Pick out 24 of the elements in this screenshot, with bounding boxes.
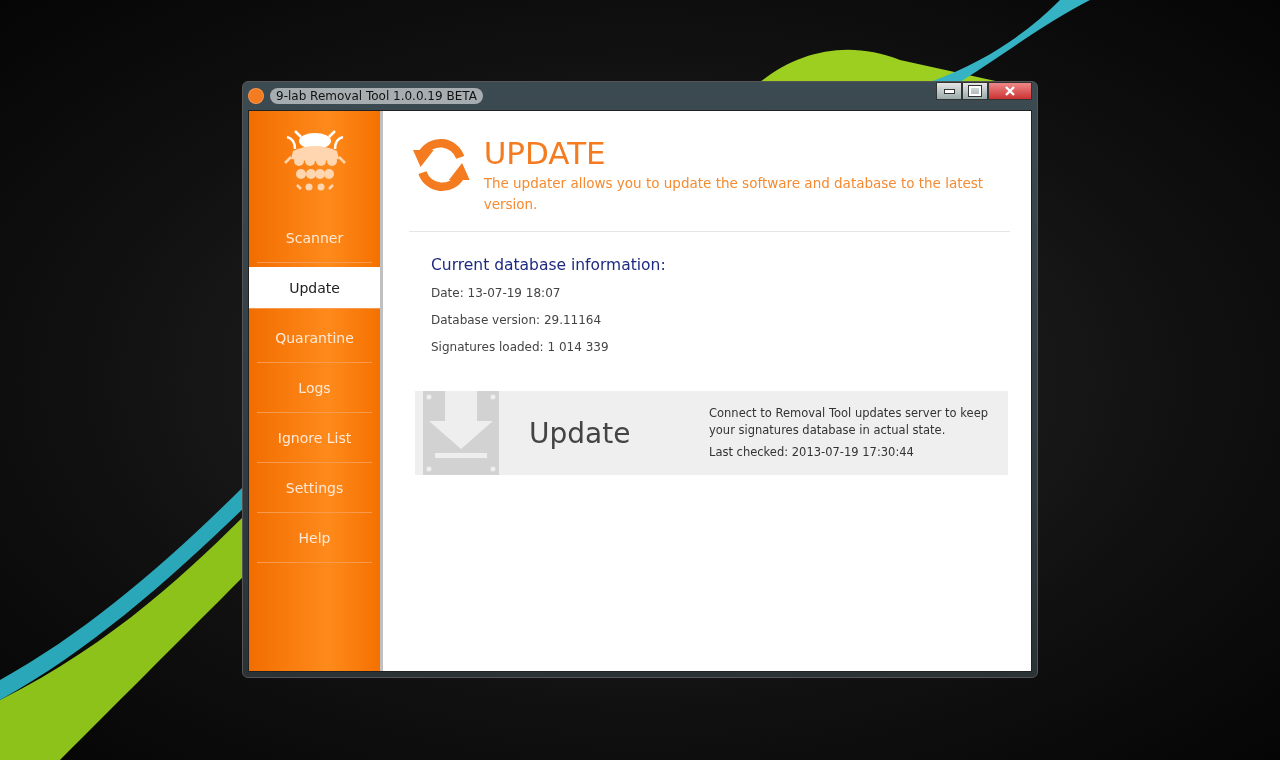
page-title: UPDATE [483, 134, 607, 173]
maximize-icon [969, 86, 981, 96]
info-line: Database version: 29.11164 [431, 312, 603, 329]
minimize-icon [943, 88, 955, 94]
sidebar-item[interactable]: Settings [257, 463, 372, 513]
sidebar-item[interactable]: Scanner [257, 213, 372, 263]
info-line: Date: 13-07-19 18:07 [431, 285, 562, 302]
sidebar-item[interactable]: Help [257, 513, 372, 563]
sidebar-item[interactable]: Logs [257, 363, 372, 413]
section-heading: Current database information: [431, 256, 667, 274]
app-icon [248, 88, 264, 104]
maximize-button[interactable] [962, 82, 988, 100]
update-description: Connect to Removal Tool updates server to keep your signatures database in actual state. [709, 405, 989, 439]
sidebar-item[interactable]: Update [249, 267, 380, 309]
sidebar-item[interactable]: Quarantine [257, 313, 372, 363]
window-title: 9-lab Removal Tool 1.0.0.19 BETA [270, 88, 483, 104]
page-description: The updater allows you to update the software and database to the latest version. [483, 174, 985, 214]
minimize-button[interactable] [936, 82, 962, 100]
close-button[interactable] [988, 82, 1032, 100]
last-checked-text: Last checked: 2013-07-19 17:30:44 [709, 444, 915, 461]
close-icon [1004, 86, 1016, 96]
update-button[interactable]: Update [529, 416, 699, 450]
sidebar-item[interactable]: Ignore List [257, 413, 372, 463]
info-line: Signatures loaded: 1 014 339 [431, 339, 610, 356]
